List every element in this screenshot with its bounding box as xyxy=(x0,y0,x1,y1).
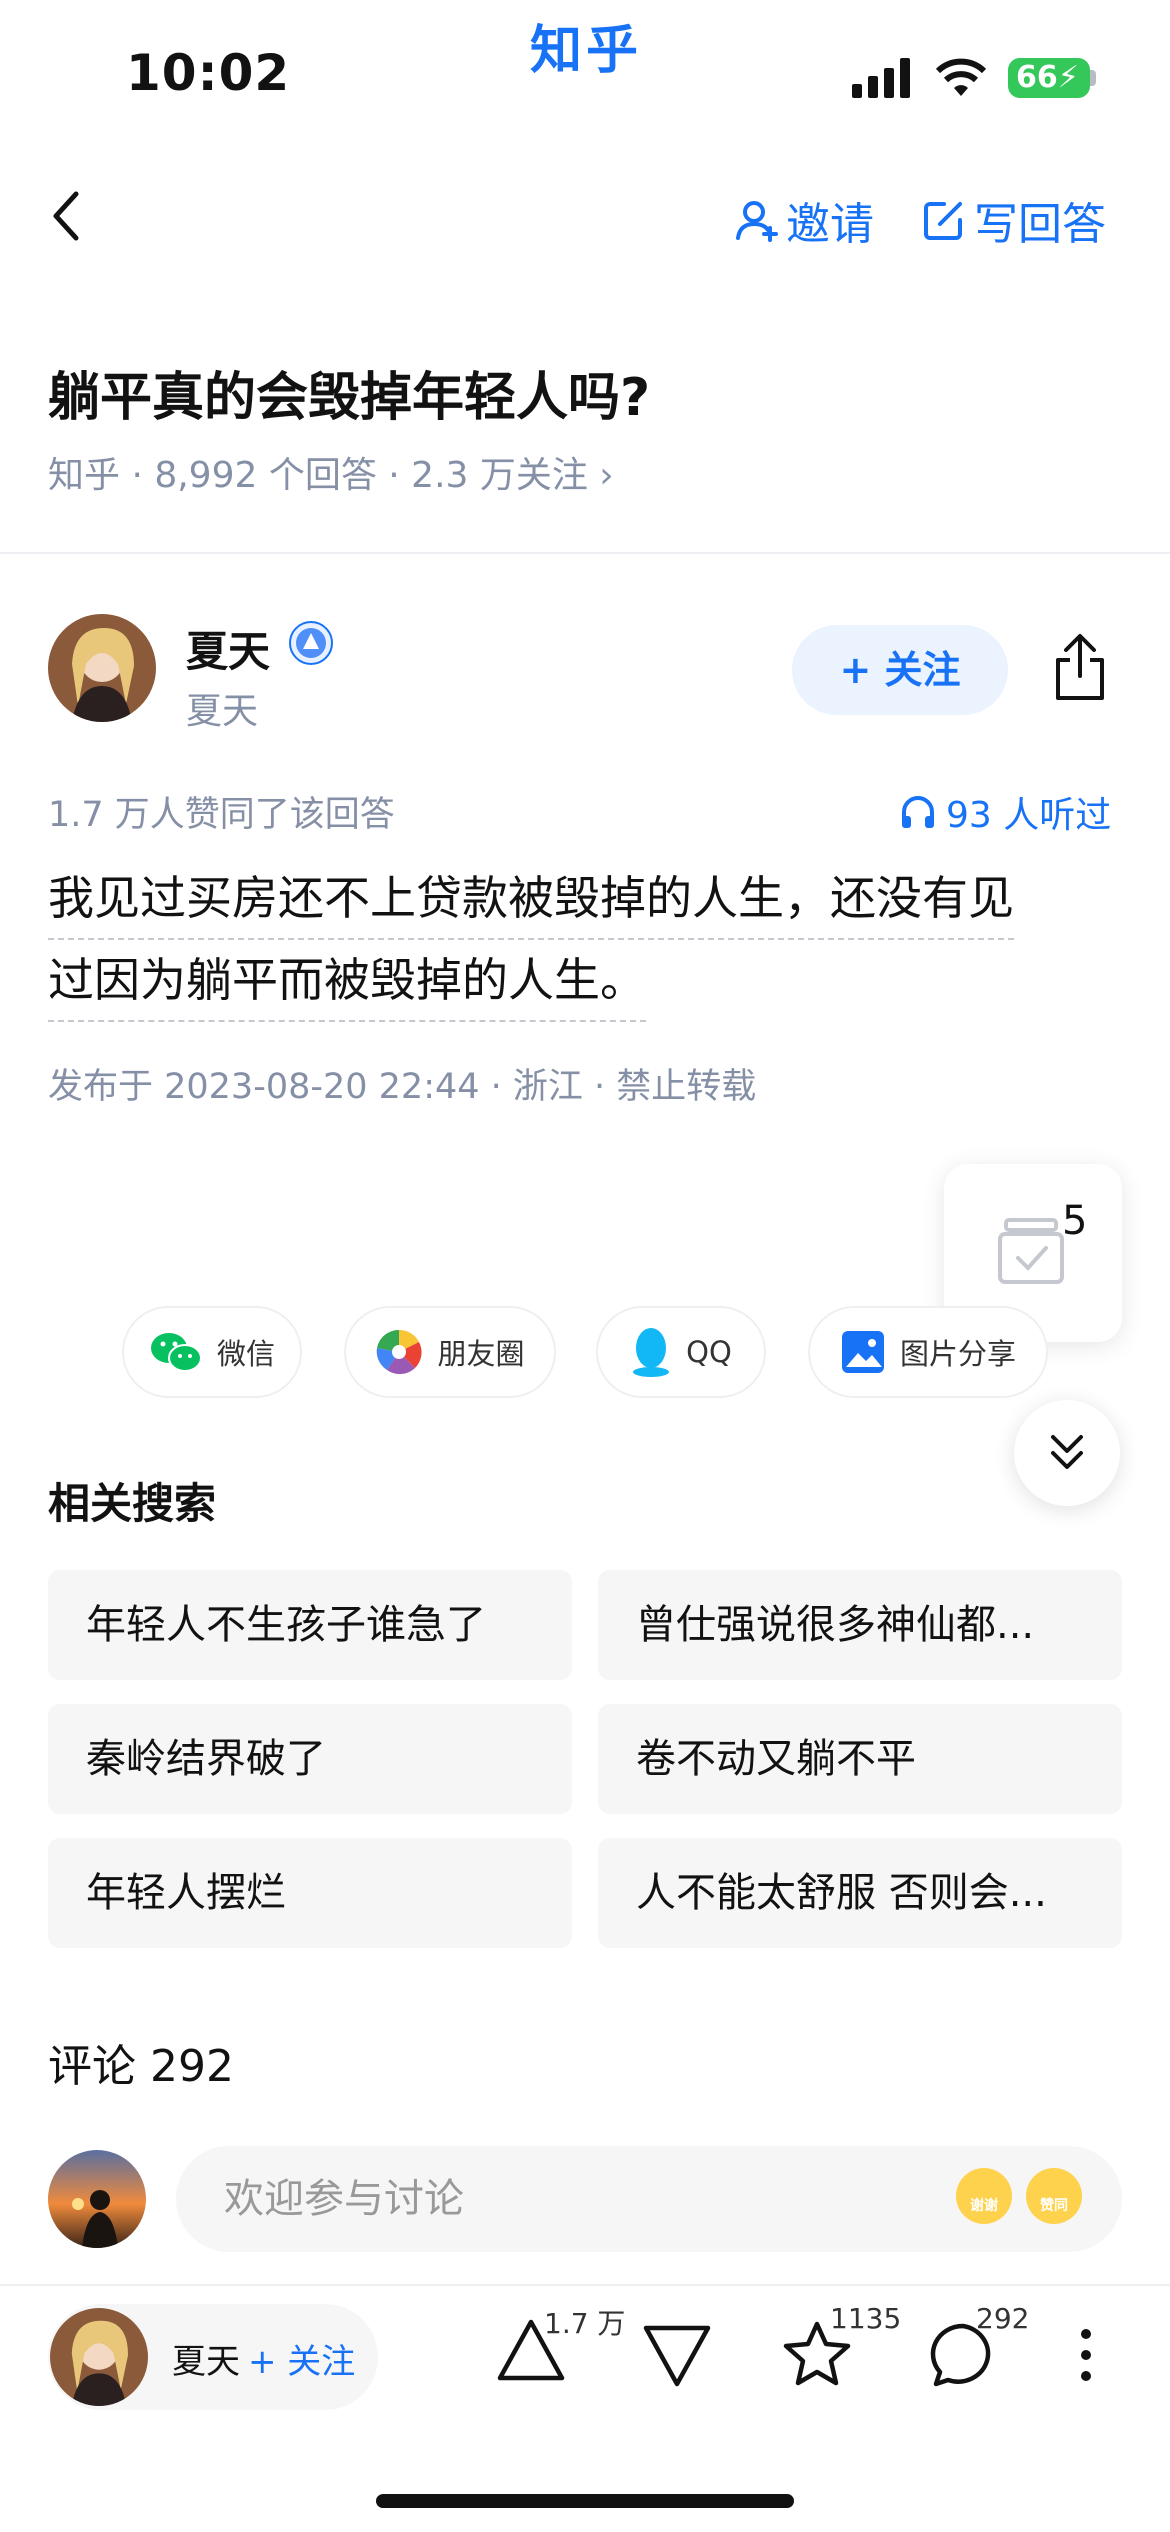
verified-badge-icon xyxy=(289,621,333,665)
comment-section-title: 评论 292 xyxy=(48,2041,234,2092)
edit-icon xyxy=(924,202,962,240)
share-qq-button[interactable]: QQ xyxy=(596,1306,766,1398)
upvote-count: 1.7 万 xyxy=(544,2307,626,2340)
moments-icon xyxy=(377,1329,423,1375)
related-search-item[interactable]: 年轻人摆烂 xyxy=(48,1838,572,1948)
author-subtitle: 夏天 xyxy=(186,691,259,732)
answer-text-line-1[interactable]: 我见过买房还不上贷款被毁掉的人生，还没有见 xyxy=(48,870,1014,940)
invite-label: 邀请 xyxy=(786,199,874,250)
charging-bolt-icon: ⚡ xyxy=(1057,60,1079,95)
write-answer-label: 写回答 xyxy=(974,199,1106,250)
signal-icon xyxy=(852,58,910,98)
agree-emoji-label: 赞同 xyxy=(1040,2198,1068,2214)
battery-cap xyxy=(1090,70,1096,86)
headphones-icon xyxy=(902,796,934,828)
floating-card-count: 5 xyxy=(1062,1198,1088,1244)
listen-count-label: 93 人听过 xyxy=(946,795,1112,836)
scroll-down-button[interactable] xyxy=(1014,1400,1120,1506)
thanks-emoji-button[interactable]: 谢谢 xyxy=(956,2168,1012,2224)
home-indicator[interactable] xyxy=(376,2494,794,2508)
listen-count[interactable]: 93 人听过 xyxy=(900,786,1111,838)
related-search-item[interactable]: 曾仕强说很多神仙都... xyxy=(598,1570,1122,1680)
invite-button[interactable]: 邀请 xyxy=(734,188,874,252)
bottom-author-avatar[interactable] xyxy=(50,2308,148,2406)
share-moments-label: 朋友圈 xyxy=(437,1337,525,1371)
bottom-follow-button[interactable]: + 关注 xyxy=(248,2334,355,2383)
follow-button[interactable]: + 关注 xyxy=(792,625,1008,715)
share-moments-button[interactable]: 朋友圈 xyxy=(344,1306,556,1398)
double-chevron-down-icon xyxy=(1051,1435,1083,1469)
image-share-icon xyxy=(841,1331,884,1373)
question-title[interactable]: 躺平真的会毁掉年轻人吗? xyxy=(48,355,650,430)
post-meta: 发布于 2023-08-20 22:44 · 浙江 · 禁止转载 xyxy=(48,1067,757,1107)
share-image-label: 图片分享 xyxy=(899,1337,1016,1371)
status-time: 10:02 xyxy=(126,44,291,102)
related-search-item[interactable]: 人不能太舒服 否则会... xyxy=(598,1838,1122,1948)
thanks-emoji-label: 谢谢 xyxy=(970,2198,998,2214)
answer-text-line-2[interactable]: 过因为躺平而被毁掉的人生。 xyxy=(48,952,646,1022)
author-avatar[interactable] xyxy=(48,614,156,722)
agree-emoji-button[interactable]: 赞同 xyxy=(1026,2168,1082,2224)
related-search-item[interactable]: 卷不动又躺不平 xyxy=(598,1704,1122,1814)
related-search-item[interactable]: 秦岭结界破了 xyxy=(48,1704,572,1814)
share-qq-label: QQ xyxy=(686,1335,732,1369)
share-wechat-button[interactable]: 微信 xyxy=(122,1306,302,1398)
favorite-count: 1135 xyxy=(830,2302,902,2335)
bottom-author-name[interactable]: 夏天 xyxy=(172,2334,240,2383)
write-answer-button[interactable]: 写回答 xyxy=(922,188,1106,252)
checklist-icon xyxy=(998,1218,1064,1284)
share-image-button[interactable]: 图片分享 xyxy=(808,1306,1048,1398)
app-brand-label: 知乎 xyxy=(530,21,643,81)
battery-indicator: 66⚡ xyxy=(1008,58,1090,98)
wifi-icon xyxy=(935,58,987,96)
upvote-summary: 1.7 万人赞同了该回答 xyxy=(48,795,395,835)
question-meta[interactable]: 知乎 · 8,992 个回答 · 2.3 万关注 › xyxy=(48,446,614,498)
share-wechat-label: 微信 xyxy=(216,1337,275,1371)
author-name[interactable]: 夏天 xyxy=(186,618,270,679)
back-icon[interactable] xyxy=(50,190,80,242)
invite-user-icon xyxy=(736,201,778,242)
downvote-icon[interactable] xyxy=(642,2324,712,2388)
current-user-avatar[interactable] xyxy=(48,2150,146,2248)
bottom-bar-divider xyxy=(0,2284,1170,2286)
comment-count: 292 xyxy=(976,2302,1030,2335)
wechat-icon xyxy=(150,1333,202,1372)
related-search-title: 相关搜索 xyxy=(48,1479,217,1528)
more-options-icon[interactable] xyxy=(1076,2326,1096,2384)
qq-icon xyxy=(633,1328,670,1377)
battery-level: 66 xyxy=(1016,60,1058,95)
header-divider xyxy=(0,552,1170,554)
share-icon[interactable] xyxy=(1050,632,1110,702)
related-search-item[interactable]: 年轻人不生孩子谁急了 xyxy=(48,1570,572,1680)
